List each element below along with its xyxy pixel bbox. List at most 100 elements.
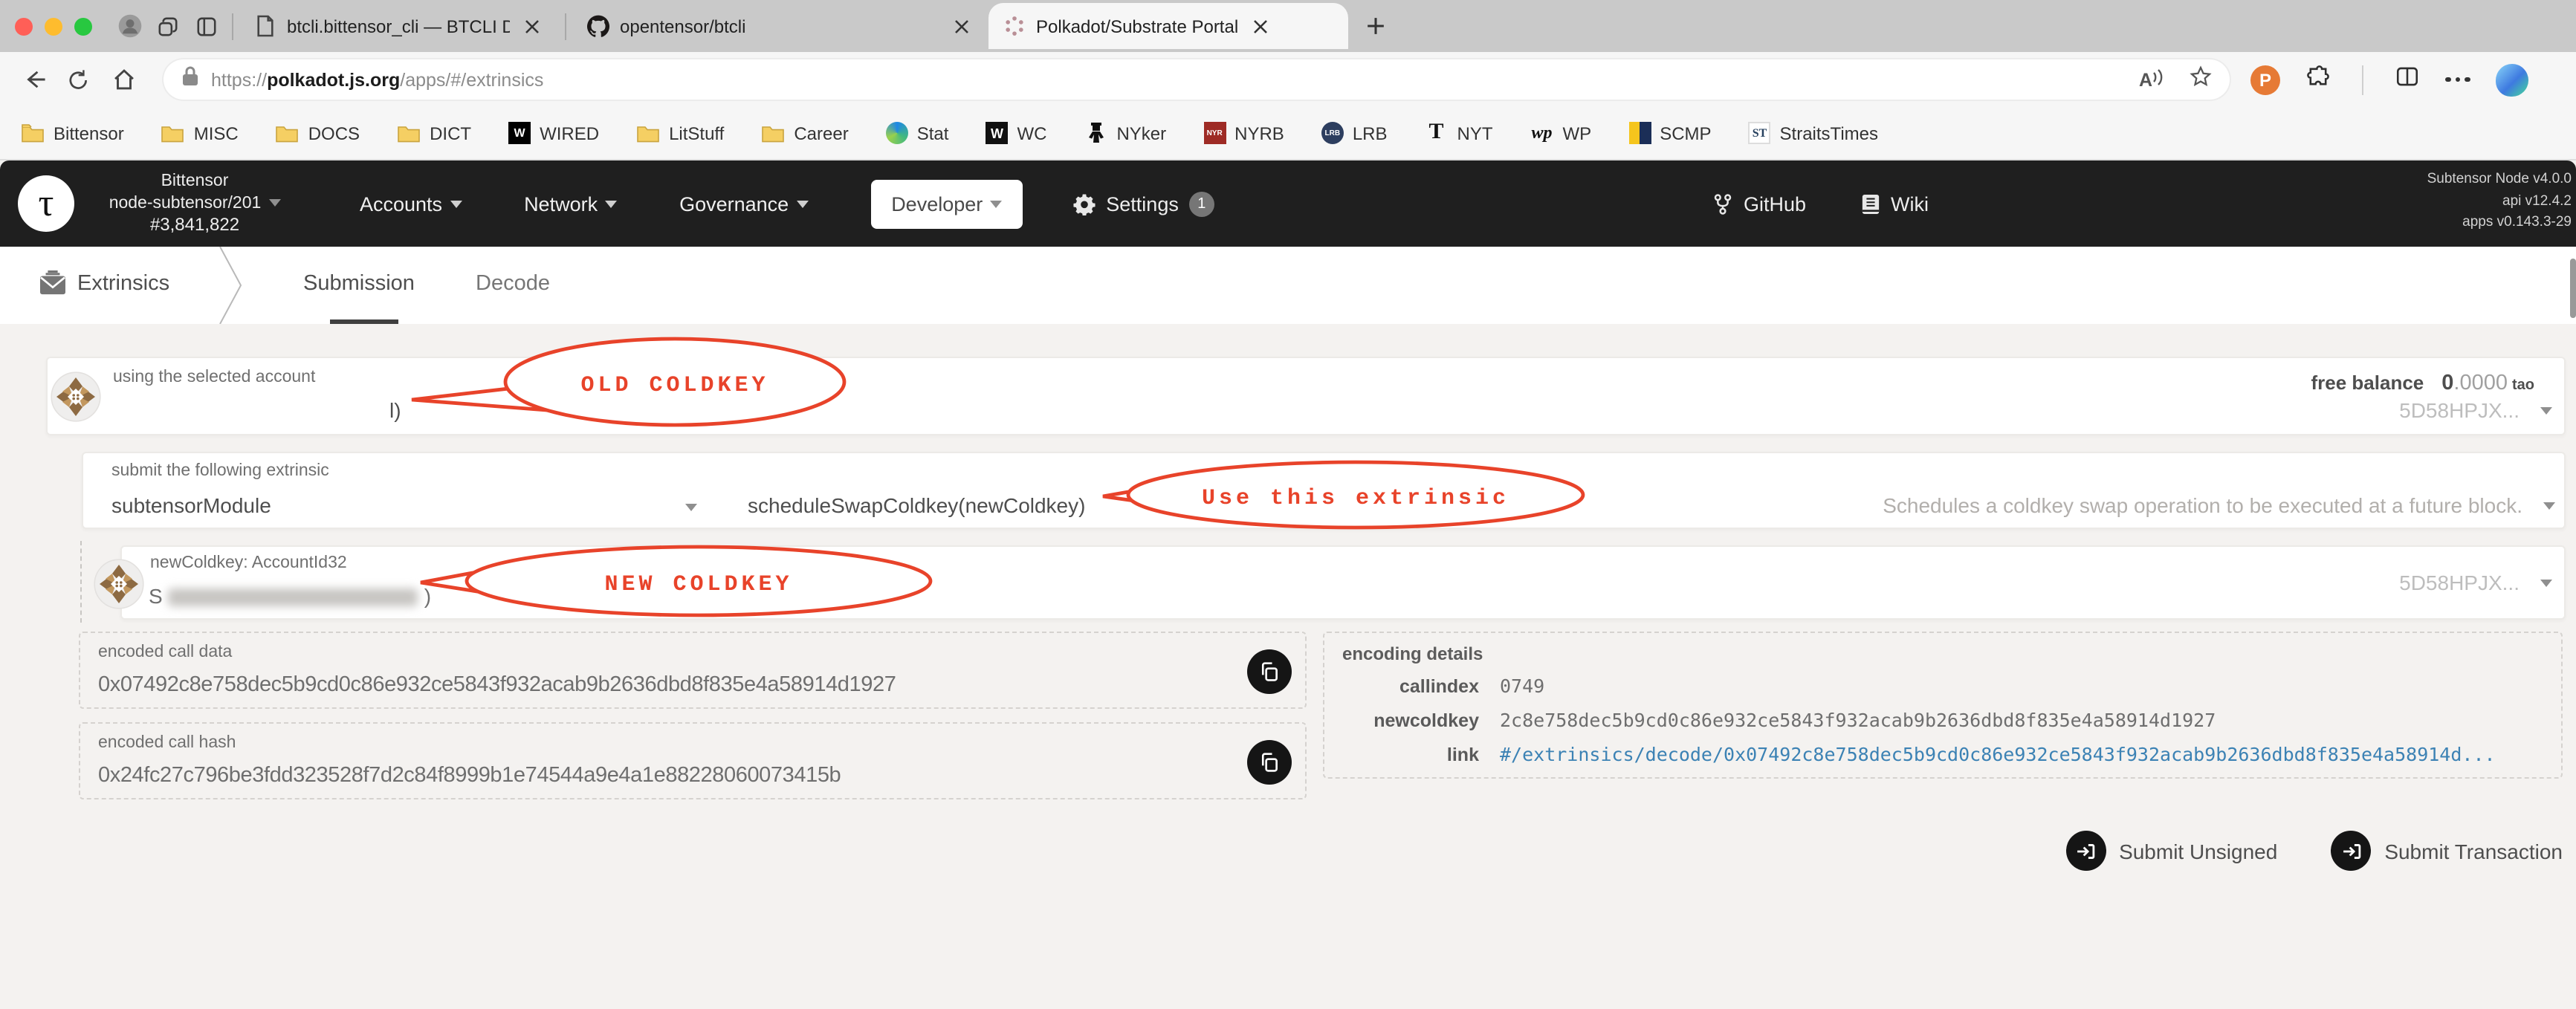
chevron-down-icon (2540, 406, 2552, 414)
folder-icon (636, 121, 660, 145)
newcoldkey-address-dropdown[interactable]: 5D58HPJX... (2399, 571, 2552, 594)
split-screen-icon[interactable] (2395, 63, 2420, 96)
bookmark-litstuff[interactable]: LitStuff (636, 121, 724, 145)
nav-settings[interactable]: Settings 1 (1073, 191, 1214, 216)
wired-icon: W (508, 122, 531, 144)
straitstimes-icon: ST (1748, 122, 1771, 144)
detail-row-link: link #/extrinsics/decode/0x07492c8e758de… (1446, 743, 2496, 765)
bookmark-docs[interactable]: DOCS (276, 121, 360, 145)
browser-tab-polkadot-portal[interactable]: Polkadot/Substrate Portal (988, 3, 1348, 49)
browser-tab-github[interactable]: opentensor/btcli (572, 0, 988, 52)
detail-row-newcoldkey: newcoldkey 2c8e758dec5b9cd0c86e932ce5843… (1373, 709, 2216, 731)
fork-icon (1714, 193, 1732, 214)
zoom-window-button[interactable] (74, 17, 92, 35)
scrollbar-thumb[interactable] (2570, 259, 2576, 318)
newcoldkey-param-row[interactable]: newColdkey: AccountId32 S) 5D58HPJX... (94, 545, 2566, 620)
bittensor-logo[interactable]: τ (18, 175, 74, 232)
close-tab-icon[interactable] (950, 14, 974, 38)
chevron-down-icon (2543, 502, 2555, 509)
envelope-icon (39, 270, 67, 303)
bookmark-wp[interactable]: wp WP (1530, 121, 1591, 145)
node-selector[interactable]: Bittensor node-subtensor/201 #3,841,822 (92, 171, 297, 236)
bookmark-lrb[interactable]: LRB LRB (1321, 122, 1388, 144)
chevron-down-icon[interactable] (685, 504, 697, 511)
copy-button[interactable] (1247, 649, 1292, 694)
folder-icon (276, 121, 300, 145)
bookmark-stat[interactable]: Stat (885, 122, 948, 144)
node-name: node-subtensor/201 (109, 194, 262, 212)
home-icon[interactable] (101, 57, 146, 102)
close-tab-icon[interactable] (520, 14, 544, 38)
collections-icon[interactable] (149, 7, 187, 45)
version-info: Subtensor Node v4.0.0 api v12.4.2 apps v… (2427, 171, 2572, 231)
newcoldkey-value: S) (149, 584, 432, 608)
nyrb-icon: NYR (1203, 122, 1226, 144)
submit-unsigned-button[interactable]: Submit Unsigned (2065, 831, 2277, 871)
newyorker-dandy-icon (1084, 121, 1107, 145)
chevron-down-icon (605, 201, 618, 209)
module-select[interactable]: subtensorModule (111, 493, 271, 517)
window-controls (0, 17, 110, 35)
bookmark-bittensor[interactable]: Bittensor (21, 121, 124, 145)
wc-icon: W (986, 122, 1009, 144)
bookmark-nyker[interactable]: NYker (1084, 121, 1166, 145)
more-menu-icon[interactable] (2445, 77, 2470, 82)
bookmark-scmp[interactable]: SCMP (1628, 122, 1712, 144)
url-text: https://polkadot.js.org/apps/#/extrinsic… (211, 69, 544, 90)
back-icon[interactable] (12, 57, 56, 102)
encoded-call-data-box: encoded call data 0x07492c8e758dec5b9cd0… (79, 632, 1307, 709)
wiki-link[interactable]: Wiki (1861, 160, 1929, 247)
tab-submission[interactable]: Submission (303, 272, 415, 296)
nav-developer[interactable]: Developer (870, 179, 1023, 228)
minimize-window-button[interactable] (45, 17, 62, 35)
close-window-button[interactable] (15, 17, 33, 35)
close-tab-icon[interactable] (1249, 14, 1272, 38)
bookmark-nyt[interactable]: T NYT (1425, 120, 1492, 145)
browser-tab-btcli-docs[interactable]: btcli.bittensor_cli — BTCLI Docs (239, 0, 559, 52)
tab-title: btcli.bittensor_cli — BTCLI Docs (287, 16, 510, 36)
copy-icon (1261, 753, 1278, 772)
account-address-dropdown[interactable]: 5D58HPJX... (2399, 398, 2552, 422)
bookmark-misc[interactable]: MISC (161, 121, 239, 145)
extensions-puzzle-icon[interactable] (2305, 63, 2331, 96)
encoded-call-hash-value: 0x24fc27c796be3fdd323528f7d2c84f8999b1e7… (98, 764, 841, 788)
encoded-call-data-label: encoded call data (98, 643, 233, 661)
address-bar[interactable]: https://polkadot.js.org/apps/#/extrinsic… (164, 59, 2230, 100)
favorite-star-icon[interactable] (2190, 65, 2212, 94)
github-link[interactable]: GitHub (1712, 160, 1806, 247)
reload-icon[interactable] (56, 57, 101, 102)
stat-icon (885, 122, 908, 144)
submit-transaction-button[interactable]: Submit Transaction (2331, 831, 2563, 871)
bookmark-wired[interactable]: W WIRED (508, 122, 599, 144)
bookmarks-bar: Bittensor MISC DOCS DICT W WIRED LitStuff… (0, 107, 2576, 160)
workspaces-icon[interactable] (187, 7, 226, 45)
method-select[interactable]: scheduleSwapColdkey(newColdkey) (748, 493, 1085, 517)
decode-link[interactable]: #/extrinsics/decode/0x07492c8e758dec5b9c… (1500, 743, 2496, 765)
tab-decode[interactable]: Decode (476, 272, 550, 296)
wp-icon: wp (1531, 122, 1553, 143)
bookmark-straitstimes[interactable]: ST StraitsTimes (1748, 122, 1878, 144)
chevron-down-icon (796, 201, 809, 209)
polkadot-extension-icon[interactable]: P (2250, 65, 2280, 94)
account-select-row[interactable]: using the selected account l) free balan… (46, 357, 2566, 435)
extrinsics-subnav: Extrinsics Submission Decode (0, 247, 2576, 324)
bookmark-nyrb[interactable]: NYR NYRB (1203, 122, 1284, 144)
book-icon (1862, 194, 1880, 213)
copilot-icon[interactable] (2495, 63, 2528, 96)
profile-icon[interactable] (110, 7, 149, 45)
nav-governance[interactable]: Governance (679, 192, 809, 215)
bookmark-wc[interactable]: W WC (986, 122, 1046, 144)
read-aloud-icon[interactable]: A (2139, 68, 2163, 91)
bookmark-career[interactable]: Career (761, 121, 849, 145)
bookmark-dict[interactable]: DICT (397, 121, 471, 145)
copy-button[interactable] (1247, 740, 1292, 785)
submit-actions: Submit Unsigned Submit Transaction (2065, 831, 2563, 871)
method-description[interactable]: Schedules a coldkey swap operation to be… (1883, 493, 2555, 517)
nav-network[interactable]: Network (524, 192, 618, 215)
portal-header: τ Bittensor node-subtensor/201 #3,841,82… (0, 160, 2576, 247)
new-tab-button[interactable] (1363, 14, 1387, 38)
account-identicon (51, 372, 101, 422)
screen: btcli.bittensor_cli — BTCLI Docs openten… (0, 0, 2576, 1009)
nav-accounts[interactable]: Accounts (360, 192, 462, 215)
folder-icon (397, 121, 421, 145)
